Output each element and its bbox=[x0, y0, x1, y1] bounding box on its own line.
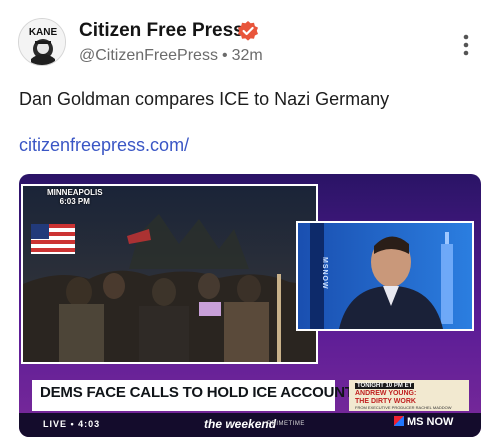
post-text: Dan Goldman compares ICE to Nazi Germany bbox=[19, 89, 390, 109]
side-strip-text: MSNOW bbox=[321, 256, 328, 290]
network-logo: MS NOW bbox=[394, 416, 453, 428]
news-headline: DEMS FACE CALLS TO HOLD ICE ACCOUNTABLE bbox=[40, 384, 393, 401]
show-suffix: PRIMETIME bbox=[267, 421, 305, 427]
location-tag: MINNEAPOLIS 6:03 PM bbox=[47, 188, 103, 206]
svg-text:KANE: KANE bbox=[29, 27, 58, 38]
post-link[interactable]: citizenfreepress.com/ bbox=[19, 135, 189, 156]
handle-line: @CitizenFreePress • 32m bbox=[79, 47, 263, 65]
account-name[interactable]: Citizen Free Press bbox=[79, 20, 244, 42]
more-vertical-icon[interactable] bbox=[456, 32, 476, 58]
post-timestamp[interactable]: 32m bbox=[232, 47, 263, 64]
flag-graphic bbox=[31, 224, 75, 254]
show-title: the weekend bbox=[204, 417, 277, 431]
separator: • bbox=[221, 47, 228, 64]
promo-title-line1: ANDREW YOUNG: bbox=[355, 390, 417, 397]
video-thumbnail[interactable]: MINNEAPOLIS 6:03 PM MSNOW DEMS FACE CALL… bbox=[19, 174, 481, 437]
location-city: MINNEAPOLIS bbox=[47, 188, 103, 197]
promo-tonight: TONIGHT 10 PM ET bbox=[355, 383, 415, 389]
promo-subtitle: FROM EXECUTIVE PRODUCER RACHEL MADDOW bbox=[355, 405, 452, 410]
verified-badge-icon bbox=[238, 21, 258, 41]
account-handle[interactable]: @CitizenFreePress bbox=[79, 47, 218, 64]
promo-title: ANDREW YOUNG: THE DIRTY WORK bbox=[355, 390, 416, 406]
kane-logo-avatar-icon: KANE bbox=[19, 19, 65, 65]
network-name: MS NOW bbox=[407, 416, 454, 428]
network-mark-icon bbox=[394, 416, 404, 426]
live-label: LIVE • 4:03 bbox=[43, 419, 101, 429]
avatar[interactable]: KANE bbox=[18, 18, 66, 66]
location-time: 6:03 PM bbox=[59, 197, 90, 206]
